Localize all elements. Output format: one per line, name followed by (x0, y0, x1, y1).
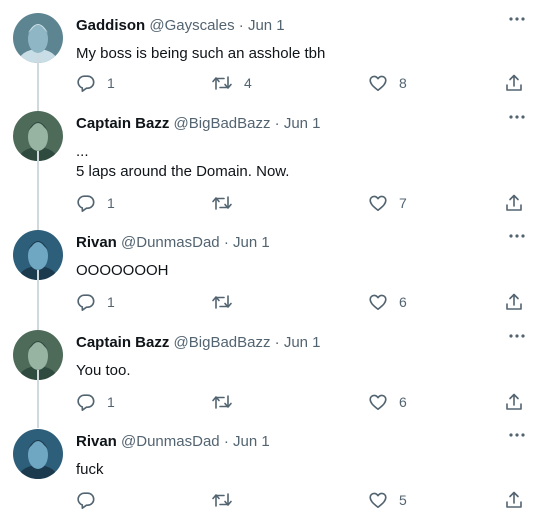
retweet-icon (212, 76, 232, 90)
tweet-date[interactable]: Jun 1 (248, 17, 285, 34)
like-button[interactable]: 6 (368, 292, 407, 312)
like-icon (369, 294, 387, 310)
display-name[interactable]: Rivan (76, 234, 117, 251)
retweet-button[interactable]: 4 (211, 73, 252, 93)
retweet-button[interactable] (211, 392, 244, 412)
separator-dot: · (274, 115, 280, 132)
separator-dot: · (274, 334, 280, 351)
share-icon (506, 194, 522, 211)
like-count: 6 (399, 294, 407, 310)
more-icon[interactable] (507, 13, 527, 29)
separator-dot: · (223, 433, 229, 450)
share-button[interactable] (504, 490, 524, 510)
reply-icon (77, 394, 95, 411)
like-icon (369, 75, 387, 91)
like-count: 6 (399, 394, 407, 410)
reply-count: 1 (107, 394, 115, 410)
user-handle[interactable]: @BigBadBazz (174, 115, 271, 132)
user-handle[interactable]: @Gayscales (149, 17, 234, 34)
display-name[interactable]: Rivan (76, 433, 117, 450)
tweet-actions: 1 6 (0, 392, 540, 414)
like-button[interactable]: 8 (368, 73, 407, 93)
separator-dot: · (223, 234, 229, 251)
tweet-header: Rivan @DunmasDad · Jun 1 (76, 433, 270, 451)
share-icon (506, 74, 522, 91)
thread-connector-line (37, 151, 39, 231)
thread-connector-line (37, 270, 39, 330)
more-icon[interactable] (507, 111, 527, 127)
separator-dot: · (238, 17, 244, 34)
more-icon[interactable] (507, 330, 527, 346)
retweet-button[interactable] (211, 292, 244, 312)
share-icon (506, 393, 522, 410)
reply-count: 1 (107, 75, 115, 91)
reply-thread: Gaddison @Gayscales · Jun 1 My boss is b… (0, 0, 540, 524)
reply-icon (77, 294, 95, 311)
tweet-date[interactable]: Jun 1 (284, 334, 321, 351)
more-icon[interactable] (507, 230, 527, 246)
more-icon[interactable] (507, 429, 527, 445)
like-button[interactable]: 6 (368, 392, 407, 412)
user-handle[interactable]: @BigBadBazz (174, 334, 271, 351)
reply-button[interactable]: 1 (76, 292, 115, 312)
reply-icon (77, 195, 95, 212)
tweet-header: Rivan @DunmasDad · Jun 1 (76, 234, 270, 252)
tweet-date[interactable]: Jun 1 (284, 115, 321, 132)
avatar-image (13, 429, 63, 479)
tweet-actions: 1 6 (0, 292, 540, 314)
tweet-header: Gaddison @Gayscales · Jun 1 (76, 17, 285, 35)
like-icon (369, 394, 387, 410)
share-icon (506, 293, 522, 310)
user-handle[interactable]: @DunmasDad (121, 234, 220, 251)
user-handle[interactable]: @DunmasDad (121, 433, 220, 450)
retweet-icon (212, 295, 232, 309)
thread-connector-line (37, 370, 39, 428)
like-count: 8 (399, 75, 407, 91)
display-name[interactable]: Gaddison (76, 17, 145, 34)
reply-icon (77, 492, 95, 509)
tweet-date[interactable]: Jun 1 (233, 433, 270, 450)
like-icon (369, 195, 387, 211)
like-count: 5 (399, 492, 407, 508)
reply-button[interactable]: 1 (76, 193, 115, 213)
reply-button[interactable]: 1 (76, 73, 115, 93)
share-button[interactable] (504, 392, 524, 412)
tweet-text: ... 5 laps around the Domain. Now. (76, 143, 290, 180)
like-icon (369, 492, 387, 508)
like-button[interactable]: 5 (368, 490, 407, 510)
tweet-header: Captain Bazz @BigBadBazz · Jun 1 (76, 334, 321, 352)
tweet-actions: 1 7 (0, 193, 540, 215)
retweet-icon (212, 493, 232, 507)
share-button[interactable] (504, 193, 524, 213)
avatar[interactable] (13, 429, 63, 479)
retweet-icon (212, 196, 232, 210)
retweet-button[interactable] (211, 193, 244, 213)
tweet-actions: 1 4 8 (0, 73, 540, 95)
share-icon (506, 491, 522, 508)
tweet-actions: 5 (0, 490, 540, 512)
like-count: 7 (399, 195, 407, 211)
retweet-icon (212, 395, 232, 409)
display-name[interactable]: Captain Bazz (76, 334, 169, 351)
tweet-text: OOOOOOOH (76, 262, 169, 279)
tweet-date[interactable]: Jun 1 (233, 234, 270, 251)
reply-button[interactable] (76, 490, 107, 510)
reply-icon (77, 75, 95, 92)
tweet-header: Captain Bazz @BigBadBazz · Jun 1 (76, 115, 321, 133)
retweet-button[interactable] (211, 490, 244, 510)
retweet-count: 4 (244, 75, 252, 91)
tweet-text: fuck (76, 461, 104, 478)
tweet-text: You too. (76, 362, 131, 379)
like-button[interactable]: 7 (368, 193, 407, 213)
share-button[interactable] (504, 292, 524, 312)
reply-button[interactable]: 1 (76, 392, 115, 412)
display-name[interactable]: Captain Bazz (76, 115, 169, 132)
reply-count: 1 (107, 294, 115, 310)
reply-count: 1 (107, 195, 115, 211)
tweet-text: My boss is being such an asshole tbh (76, 45, 326, 62)
thread-connector-line (37, 53, 39, 113)
share-button[interactable] (504, 73, 524, 93)
